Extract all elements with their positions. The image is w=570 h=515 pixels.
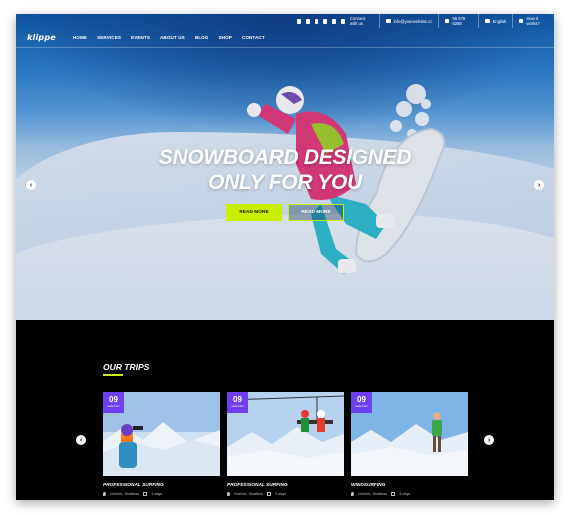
trip-image: 09 september: [351, 392, 468, 476]
trip-location: Greece, Skiathos: [358, 492, 388, 496]
hero-headline: SNOWBOARD DESIGNED ONLY FOR YOU: [16, 145, 554, 195]
site-logo[interactable]: klippe: [27, 33, 56, 42]
hero-slider: Connect with us info@yourwebsite.cc 55 6…: [16, 14, 554, 320]
date-badge: 09 september: [227, 392, 248, 413]
trips-next-arrow-icon[interactable]: ›: [484, 435, 494, 445]
trip-duration: 3 days: [399, 492, 411, 496]
calendar-icon: [391, 492, 396, 496]
social-links: Connect with us: [291, 14, 379, 28]
connect-label: Connect with us: [349, 16, 366, 26]
date-badge: 09 september: [103, 392, 124, 413]
twitter-icon[interactable]: [305, 18, 310, 24]
trip-card[interactable]: 09 september PROFESSIONAL SURFING Greece…: [227, 392, 344, 500]
trip-image: 09 september: [227, 392, 344, 476]
email-text: info@yourwebsite.cc: [393, 18, 433, 24]
trip-meta: Greece, Skiathos 3 days: [351, 492, 410, 496]
user-icon: [519, 19, 524, 23]
nav-item-contact[interactable]: CONTACT: [242, 35, 265, 40]
trip-image: 09 september: [103, 392, 220, 476]
nav-divider: [16, 47, 554, 48]
phone-text: 55 678 6286: [452, 16, 466, 26]
help-link[interactable]: How it works?: [512, 14, 554, 28]
nav-item-home[interactable]: HOME: [73, 35, 87, 40]
nav-menu: HOME SERVICES EVENTS ABOUT US BLOG SHOP …: [73, 35, 265, 40]
location-pin-icon: [103, 492, 106, 496]
trip-title[interactable]: WINDSURFING: [351, 483, 385, 488]
top-info-bar: Connect with us info@yourwebsite.cc 55 6…: [291, 14, 554, 28]
calendar-icon: [267, 492, 272, 496]
trip-card[interactable]: 09 september WINDSURFING Greece, Skiatho…: [351, 392, 468, 500]
trips-title: OUR TRIPS: [103, 362, 150, 372]
date-day: 09: [233, 395, 242, 404]
date-month: september: [355, 405, 368, 408]
read-more-button-primary[interactable]: READ MORE: [226, 204, 282, 221]
hero-prev-arrow-icon[interactable]: ‹: [26, 180, 36, 190]
trip-title[interactable]: PROFESSIONAL SURFING: [103, 483, 164, 488]
facebook-icon[interactable]: [297, 18, 301, 24]
mail-icon: [385, 19, 391, 23]
trip-location: Greece, Skiathos: [234, 492, 264, 496]
main-nav: klippe HOME SERVICES EVENTS ABOUT US BLO…: [16, 30, 554, 44]
date-day: 09: [109, 395, 118, 404]
nav-item-blog[interactable]: BLOG: [195, 35, 209, 40]
trip-location: Greece, Skiathos: [110, 492, 140, 496]
trip-duration: 1 days: [151, 492, 163, 496]
headline-line-1: SNOWBOARD DESIGNED: [158, 146, 412, 169]
youtube-icon[interactable]: [341, 18, 345, 24]
email-link[interactable]: info@yourwebsite.cc: [378, 14, 439, 28]
trip-title[interactable]: PROFESSIONAL SURFING: [227, 483, 288, 488]
linkedin-icon[interactable]: [332, 18, 337, 24]
read-more-button-secondary[interactable]: READ MORE: [288, 204, 344, 221]
google-plus-icon[interactable]: [314, 18, 319, 24]
date-day: 09: [357, 395, 366, 404]
location-pin-icon: [227, 492, 230, 496]
phone-icon: [445, 19, 450, 23]
location-pin-icon: [351, 492, 354, 496]
trips-section: OUR TRIPS ‹ › 09 september PROFESSIONAL …: [16, 320, 554, 500]
nav-item-services[interactable]: SERVICES: [97, 35, 121, 40]
trip-card[interactable]: 09 september PROFESSIONAL SURFING Greece…: [103, 392, 220, 500]
language-selector[interactable]: English: [477, 14, 513, 28]
phone-link[interactable]: 55 678 6286: [438, 14, 477, 28]
trips-title-underline: [103, 374, 123, 376]
headline-line-2: ONLY FOR YOU: [208, 171, 362, 194]
nav-item-events[interactable]: EVENTS: [131, 35, 150, 40]
nav-item-about[interactable]: ABOUT US: [160, 35, 185, 40]
trip-meta: Greece, Skiathos 1 days: [103, 492, 162, 496]
language-text: English: [492, 18, 507, 24]
hero-next-arrow-icon[interactable]: ›: [534, 180, 544, 190]
hero-buttons: READ MORE READ MORE: [226, 204, 344, 221]
nav-item-shop[interactable]: SHOP: [218, 35, 231, 40]
flag-icon: [484, 19, 490, 23]
date-month: september: [231, 405, 244, 408]
date-badge: 09 september: [351, 392, 372, 413]
trips-prev-arrow-icon[interactable]: ‹: [76, 435, 86, 445]
calendar-icon: [143, 492, 148, 496]
help-text: How it works?: [526, 16, 540, 26]
trip-duration: 2 days: [275, 492, 287, 496]
instagram-icon[interactable]: [323, 18, 328, 24]
trip-meta: Greece, Skiathos 2 days: [227, 492, 286, 496]
website-mockup: Connect with us info@yourwebsite.cc 55 6…: [16, 14, 554, 500]
date-month: september: [107, 405, 120, 408]
